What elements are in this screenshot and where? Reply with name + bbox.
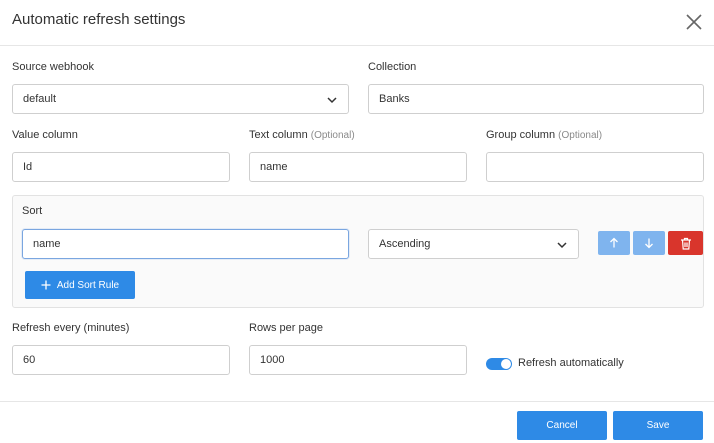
refresh-automatically-label: Refresh automatically (518, 357, 624, 369)
close-button[interactable] (682, 10, 706, 34)
rows-per-page-value: 1000 (260, 354, 285, 366)
trash-icon (680, 237, 691, 250)
delete-sort-rule-button[interactable] (668, 231, 703, 255)
group-column-input[interactable] (486, 152, 704, 182)
collection-input[interactable]: Banks (368, 84, 704, 114)
text-column-label: Text column (Optional) (249, 129, 355, 141)
refresh-every-label: Refresh every (minutes) (12, 322, 130, 334)
sort-field-input[interactable]: name (22, 229, 349, 259)
toggle-knob (501, 359, 511, 369)
add-sort-rule-button[interactable]: Add Sort Rule (25, 271, 135, 299)
refresh-every-value: 60 (23, 354, 36, 366)
text-column-value: name (260, 161, 288, 173)
collection-value: Banks (379, 93, 410, 105)
save-button[interactable]: Save (613, 411, 703, 440)
text-column-input[interactable]: name (249, 152, 467, 182)
cancel-button[interactable]: Cancel (517, 411, 607, 440)
footer-divider (0, 401, 714, 402)
group-column-label: Group column (Optional) (486, 129, 602, 141)
sort-direction-value: Ascending (379, 238, 431, 250)
source-webhook-select[interactable]: default (12, 84, 349, 114)
arrow-up-icon (610, 237, 618, 248)
refresh-every-input[interactable]: 60 (12, 345, 230, 375)
text-column-label-text: Text column (249, 129, 308, 141)
collection-label: Collection (368, 61, 417, 73)
dialog-title: Automatic refresh settings (12, 11, 186, 28)
value-column-value: Id (23, 161, 33, 173)
source-webhook-label: Source webhook (12, 61, 94, 73)
sort-field-value: name (33, 238, 61, 250)
close-icon (686, 14, 702, 30)
chevron-down-icon (557, 242, 567, 249)
source-webhook-value: default (23, 93, 57, 105)
group-column-optional: (Optional) (558, 130, 603, 141)
value-column-input[interactable]: Id (12, 152, 230, 182)
move-down-button[interactable] (633, 231, 665, 255)
group-column-label-text: Group column (486, 129, 556, 141)
sort-label: Sort (22, 205, 43, 217)
sort-direction-select[interactable]: Ascending (368, 229, 579, 259)
value-column-label: Value column (12, 129, 78, 141)
move-up-button[interactable] (598, 231, 630, 255)
chevron-down-icon (327, 97, 337, 104)
plus-icon (41, 280, 51, 290)
text-column-optional: (Optional) (310, 130, 355, 141)
refresh-automatically-toggle[interactable] (486, 358, 512, 370)
rows-per-page-input[interactable]: 1000 (249, 345, 467, 375)
save-label: Save (646, 420, 670, 431)
arrow-down-icon (645, 238, 653, 249)
rows-per-page-label: Rows per page (249, 322, 323, 334)
cancel-label: Cancel (546, 420, 578, 431)
add-sort-rule-label: Add Sort Rule (56, 279, 120, 291)
